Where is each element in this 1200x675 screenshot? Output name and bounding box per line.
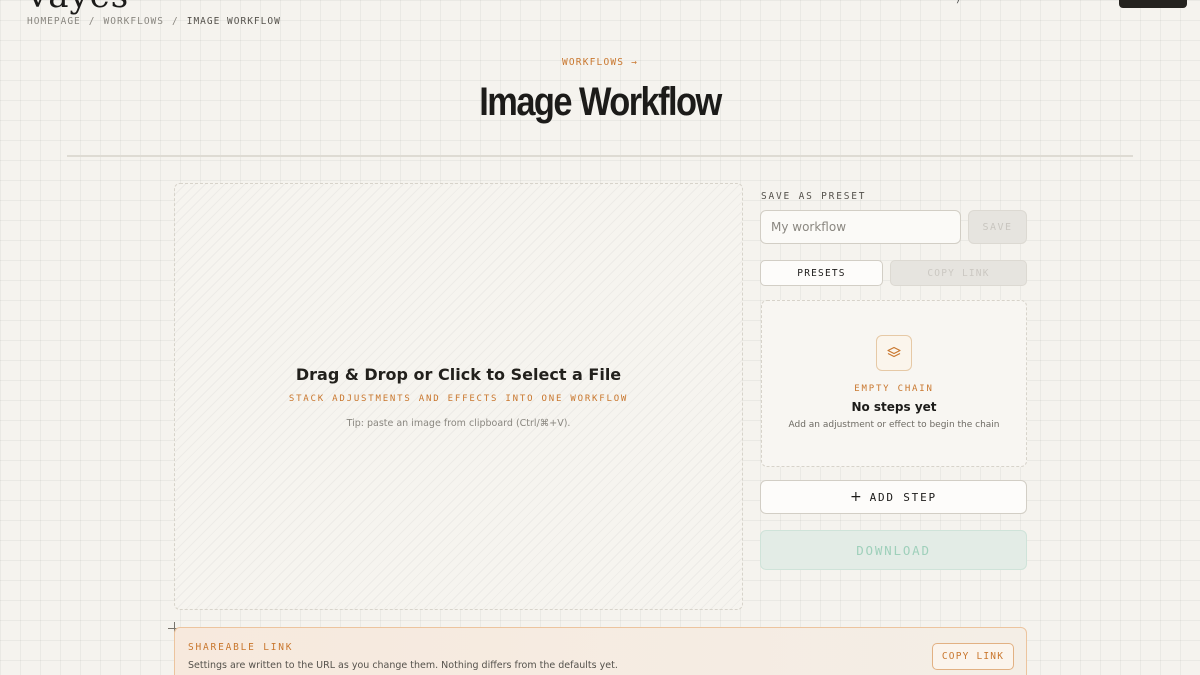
copy-link-button[interactable]: COPY LINK bbox=[932, 643, 1014, 670]
breadcrumb-separator: / bbox=[171, 16, 179, 27]
empty-chain-eyebrow: EMPTY CHAIN bbox=[854, 384, 934, 394]
presets-button[interactable]: PRESETS bbox=[760, 260, 883, 286]
header-action-button[interactable] bbox=[1119, 0, 1187, 8]
divider bbox=[67, 155, 1133, 157]
site-logo[interactable]: vayes bbox=[28, 0, 129, 16]
save-preset-label: SAVE AS PRESET bbox=[761, 191, 867, 202]
download-button[interactable]: DOWNLOAD bbox=[760, 530, 1027, 570]
page-title: Image Workflow bbox=[479, 80, 722, 124]
empty-chain-title: No steps yet bbox=[851, 400, 937, 414]
add-step-button[interactable]: + ADD STEP bbox=[760, 480, 1027, 514]
shareable-link-label: SHAREABLE LINK bbox=[188, 642, 294, 653]
breadcrumb: HOMEPAGE / WORKFLOWS / IMAGE WORKFLOW bbox=[27, 16, 281, 27]
copy-link-button-disabled[interactable]: COPY LINK bbox=[890, 260, 1027, 286]
file-dropzone[interactable]: Drag & Drop or Click to Select a File ST… bbox=[174, 183, 743, 610]
plus-icon: + bbox=[850, 489, 864, 505]
add-step-label: ADD STEP bbox=[869, 490, 937, 504]
dropzone-tip: Tip: paste an image from clipboard (Ctrl… bbox=[346, 418, 571, 429]
header-nav-glyph[interactable]: ) bbox=[956, 0, 960, 5]
empty-chain-subtitle: Add an adjustment or effect to begin the… bbox=[788, 420, 1000, 430]
shareable-link-card: SHAREABLE LINK Settings are written to t… bbox=[174, 627, 1027, 675]
empty-chain-card: EMPTY CHAIN No steps yet Add an adjustme… bbox=[761, 300, 1027, 467]
layers-icon bbox=[876, 335, 912, 371]
save-preset-button[interactable]: SAVE bbox=[968, 210, 1027, 244]
shareable-link-description: Settings are written to the URL as you c… bbox=[188, 660, 618, 671]
breadcrumb-homepage[interactable]: HOMEPAGE bbox=[27, 16, 81, 27]
breadcrumb-separator: / bbox=[88, 16, 96, 27]
breadcrumb-current: IMAGE WORKFLOW bbox=[186, 16, 281, 27]
workflows-link[interactable]: WORKFLOWS → bbox=[0, 57, 1200, 68]
breadcrumb-workflows[interactable]: WORKFLOWS bbox=[104, 16, 164, 27]
preset-name-input[interactable] bbox=[760, 210, 961, 244]
dropzone-subtitle: STACK ADJUSTMENTS AND EFFECTS INTO ONE W… bbox=[288, 394, 629, 404]
dropzone-title: Drag & Drop or Click to Select a File bbox=[295, 365, 622, 384]
